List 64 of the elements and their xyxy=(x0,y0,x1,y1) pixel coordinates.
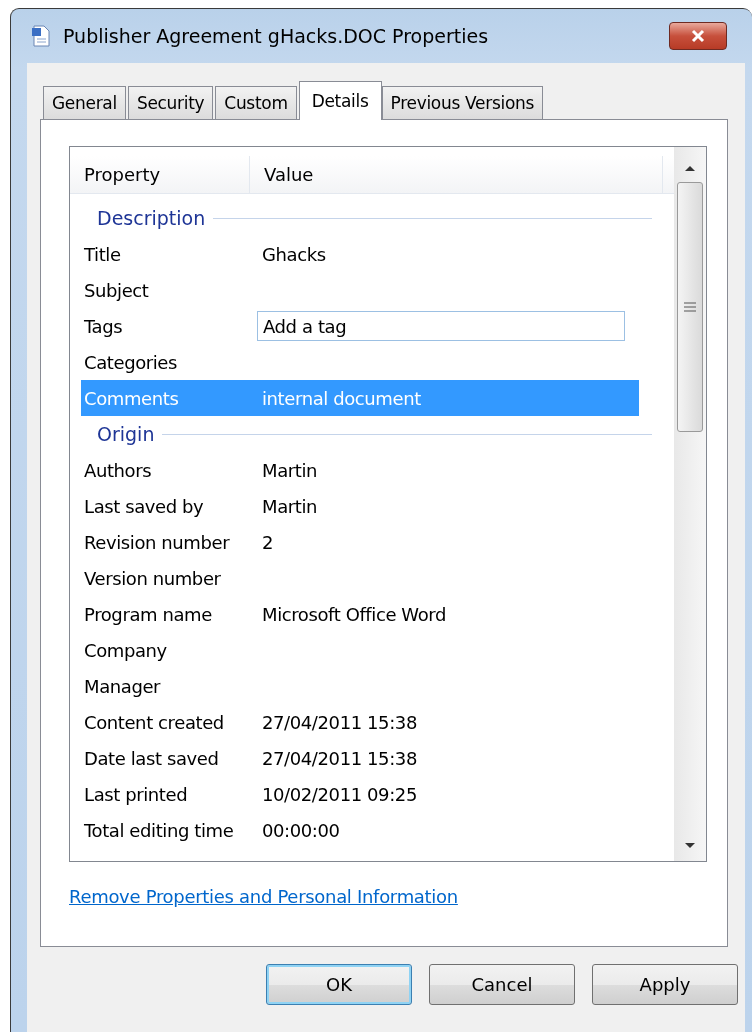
tab[interactable]: General xyxy=(43,86,126,119)
property-value: Ghacks xyxy=(262,243,326,265)
property-name: Company xyxy=(84,639,168,661)
property-row[interactable]: Last printed 10/02/2011 09:25 xyxy=(81,776,639,812)
property-row[interactable]: Date last saved 27/04/2011 15:38 xyxy=(81,740,639,776)
property-name: Content created xyxy=(84,711,225,733)
property-name: Tags xyxy=(84,315,124,337)
vertical-scrollbar[interactable] xyxy=(674,147,706,861)
scroll-down-icon[interactable] xyxy=(684,842,696,849)
close-icon xyxy=(689,29,707,43)
scrollbar-thumb[interactable] xyxy=(677,182,703,432)
property-name: Categories xyxy=(84,351,179,373)
property-value: Martin xyxy=(262,495,318,517)
property-row[interactable]: Tags Add a tag xyxy=(81,308,639,344)
property-row[interactable]: Subject xyxy=(81,272,639,308)
property-name: Revision number xyxy=(84,531,231,553)
remove-properties-link[interactable]: Remove Properties and Personal Information xyxy=(69,886,458,907)
property-value: internal document xyxy=(262,387,421,409)
property-value: 00:00:00 xyxy=(262,819,340,841)
property-name: Comments xyxy=(84,387,180,409)
property-name: Total editing time xyxy=(84,819,235,841)
close-button[interactable] xyxy=(669,22,727,50)
property-row[interactable]: Total editing time 00:00:00 xyxy=(81,812,639,848)
property-value: 27/04/2011 15:38 xyxy=(262,747,417,769)
property-row[interactable]: Manager xyxy=(81,668,639,704)
group-heading: Description xyxy=(97,207,206,229)
group-heading: Origin xyxy=(97,423,155,445)
property-row[interactable]: Title Ghacks xyxy=(81,236,639,272)
property-name: Last saved by xyxy=(84,495,205,517)
property-name: Version number xyxy=(84,567,222,589)
tab[interactable]: Custom xyxy=(215,86,297,119)
dialog-button[interactable]: Apply xyxy=(592,964,738,1005)
tab[interactable]: Previous Versions xyxy=(381,86,544,119)
column-header[interactable]: Value xyxy=(250,156,663,193)
property-row[interactable]: Categories xyxy=(81,344,639,380)
property-name: Last printed xyxy=(84,783,189,805)
property-name: Date last saved xyxy=(84,747,220,769)
property-row[interactable]: Last saved by Martin xyxy=(81,488,639,524)
grip-icon xyxy=(684,302,696,312)
property-name: Title xyxy=(84,243,122,265)
property-value: Martin xyxy=(262,459,318,481)
dialog-button[interactable]: OK xyxy=(266,964,412,1005)
property-name: Subject xyxy=(84,279,150,301)
dialog-button[interactable]: Cancel xyxy=(429,964,575,1005)
property-value: 27/04/2011 15:38 xyxy=(262,711,417,733)
property-row[interactable]: Content created 27/04/2011 15:38 xyxy=(81,704,639,740)
property-name: Authors xyxy=(84,459,153,481)
property-name: Program name xyxy=(84,603,213,625)
scroll-up-icon[interactable] xyxy=(684,165,696,172)
property-value: 2 xyxy=(262,531,274,553)
tags-field[interactable]: Add a tag xyxy=(257,311,625,341)
property-value: 10/02/2011 09:25 xyxy=(262,783,417,805)
property-row[interactable]: Revision number 2 xyxy=(81,524,639,560)
window-title: Publisher Agreement gHacks.DOC Properties xyxy=(63,25,490,47)
property-row[interactable]: Version number xyxy=(81,560,639,596)
tab[interactable]: Details xyxy=(298,81,382,120)
property-row[interactable]: Company xyxy=(81,632,639,668)
column-header[interactable]: Property xyxy=(70,156,250,193)
property-name: Manager xyxy=(84,675,162,697)
property-value: Microsoft Office Word xyxy=(262,603,447,625)
tab[interactable]: Security xyxy=(127,86,214,119)
document-icon xyxy=(31,25,51,47)
property-row[interactable]: Authors Martin xyxy=(81,452,639,488)
property-row[interactable]: Program name Microsoft Office Word xyxy=(81,596,639,632)
